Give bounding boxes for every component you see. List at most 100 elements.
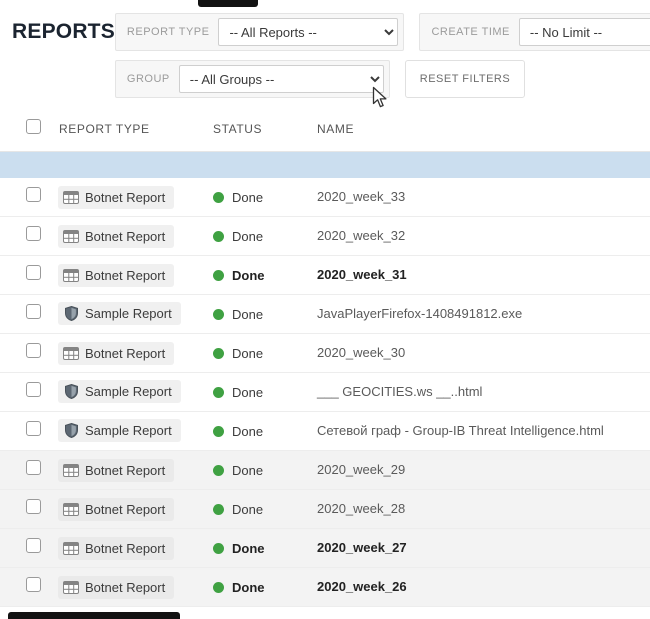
table-icon [63,502,79,517]
row-checkbox[interactable] [26,460,41,475]
top-clipped-element [198,0,258,7]
status-dot [213,503,224,515]
status-dot [213,308,224,320]
table-row[interactable]: Botnet Report Done 2020_week_28 [0,490,650,529]
status-cell: Done [207,502,317,517]
table-row[interactable]: Botnet Report Done 2020_week_26 [0,568,650,607]
page-header: REPORTS REPORT TYPE -- All Reports -- CR… [0,0,650,106]
status-dot [213,347,224,359]
report-type-badge: Botnet Report [58,575,175,599]
create-time-filter-label: CREATE TIME [431,26,510,38]
report-type-badge: Botnet Report [58,224,175,248]
status-label: Done [232,189,264,205]
group-filter-label: GROUP [126,73,170,85]
report-type-badge: Botnet Report [58,497,175,521]
report-type-label: Botnet Report [85,189,166,205]
select-all-checkbox[interactable] [26,118,41,134]
table-body: Botnet Report Done 2020_week_33 Botnet R… [0,178,650,607]
table-icon [63,463,79,478]
status-dot [213,230,224,242]
create-time-filter: CREATE TIME -- No Limit -- [419,13,650,51]
status-label: Done [232,540,265,556]
status-label: Done [232,423,264,439]
row-checkbox[interactable] [26,343,41,358]
status-dot [213,269,224,281]
table-header: REPORT TYPE STATUS NAME [0,106,650,152]
report-name[interactable]: ___ GEOCITIES.ws __..html [317,384,482,399]
row-checkbox[interactable] [26,382,41,397]
bottom-clipped-element [8,612,180,619]
report-type-label: Botnet Report [85,579,166,595]
status-label: Done [232,384,264,400]
table-row[interactable]: Sample Report Done JavaPlayerFirefox-140… [0,295,650,334]
row-checkbox[interactable] [26,421,41,436]
report-type-badge: Sample Report [58,302,181,325]
status-label: Done [232,306,264,322]
report-type-label: Botnet Report [85,228,166,244]
report-name[interactable]: 2020_week_31 [317,267,407,282]
reset-filters-button[interactable]: RESET FILTERS [404,60,526,98]
column-header-type: REPORT TYPE [59,121,150,136]
report-name[interactable]: JavaPlayerFirefox-1408491812.exe [317,306,522,321]
status-label: Done [232,579,265,595]
row-checkbox[interactable] [26,499,41,514]
status-cell: Done [207,463,317,478]
column-header-status: STATUS [213,121,263,136]
report-type-select[interactable]: -- All Reports -- [218,18,399,46]
row-checkbox[interactable] [26,187,41,202]
report-name[interactable]: 2020_week_28 [317,501,405,516]
table-row[interactable]: Botnet Report Done 2020_week_30 [0,334,650,373]
report-type-label: Botnet Report [85,540,166,556]
row-checkbox[interactable] [26,538,41,553]
table-row[interactable]: Botnet Report Done 2020_week_29 [0,451,650,490]
filter-row-1: REPORT TYPE -- All Reports -- CREATE TIM… [114,13,650,51]
report-name[interactable]: 2020_week_29 [317,462,405,477]
table-row[interactable]: Botnet Report Done 2020_week_27 [0,529,650,568]
reports-page: REPORTS REPORT TYPE -- All Reports -- CR… [0,0,650,619]
status-label: Done [232,267,265,283]
status-label: Done [232,345,264,361]
status-cell: Done [207,268,317,283]
table-row[interactable]: Botnet Report Done 2020_week_32 [0,217,650,256]
status-dot [213,464,224,476]
status-cell: Done [207,424,317,439]
report-type-filter-label: REPORT TYPE [126,26,210,38]
report-name[interactable]: 2020_week_26 [317,579,407,594]
shield-icon [63,384,79,399]
table-row[interactable]: Botnet Report Done 2020_week_31 [0,256,650,295]
report-name[interactable]: Сетевой граф - Group-IB Threat Intellige… [317,423,604,438]
row-checkbox[interactable] [26,265,41,280]
status-cell: Done [207,346,317,361]
filter-row-2: GROUP -- All Groups -- RESET FILTERS [114,60,650,98]
report-name[interactable]: 2020_week_27 [317,540,407,555]
table-row[interactable]: Sample Report Done Сетевой граф - Group-… [0,412,650,451]
row-checkbox[interactable] [26,304,41,319]
report-type-label: Sample Report [85,306,172,321]
report-name[interactable]: 2020_week_32 [317,228,405,243]
row-checkbox[interactable] [26,226,41,241]
table-row[interactable]: Botnet Report Done 2020_week_33 [0,178,650,217]
highlight-row[interactable] [0,152,650,178]
row-checkbox[interactable] [26,577,41,592]
group-select[interactable]: -- All Groups -- [178,65,384,93]
report-type-label: Botnet Report [85,345,166,361]
page-title: REPORTS [12,20,115,43]
table-icon [63,580,79,595]
table-icon [63,346,79,361]
create-time-select[interactable]: -- No Limit -- [518,18,650,46]
report-type-badge: Botnet Report [58,341,175,365]
report-name[interactable]: 2020_week_30 [317,345,405,360]
report-type-badge: Sample Report [58,380,181,403]
status-dot [213,386,224,398]
report-type-badge: Sample Report [58,419,181,442]
status-label: Done [232,228,264,244]
table-icon [63,541,79,556]
report-name[interactable]: 2020_week_33 [317,189,405,204]
report-type-badge: Botnet Report [58,458,175,482]
report-type-label: Botnet Report [85,462,166,478]
status-cell: Done [207,541,317,556]
status-cell: Done [207,307,317,322]
report-type-label: Sample Report [85,384,172,399]
status-dot [213,542,224,554]
table-row[interactable]: Sample Report Done ___ GEOCITIES.ws __..… [0,373,650,412]
